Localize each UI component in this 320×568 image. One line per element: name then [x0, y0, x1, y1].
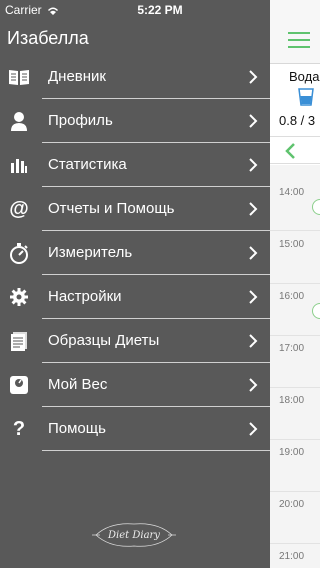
menu-list: Дневник Профиль Статистика @ Отчеты и По… [0, 55, 270, 451]
time-label: 16:00 [279, 291, 305, 302]
menu-item-diet-samples[interactable]: Образцы Диеты [0, 319, 270, 363]
menu-item-label: Настройки [48, 288, 122, 305]
menu-item-label: Помощь [48, 420, 106, 437]
water-amount: 0.8 / 3 [279, 113, 316, 128]
chevron-right-icon [246, 422, 260, 436]
logo: Diet Diary [108, 530, 160, 541]
stopwatch-icon [8, 242, 30, 264]
time-label: 18:00 [279, 395, 305, 406]
time-label: 14:00 [279, 187, 305, 198]
menu-item-meter[interactable]: Измеритель [0, 231, 270, 275]
hamburger-menu-icon[interactable] [288, 32, 310, 48]
gear-icon [8, 286, 30, 308]
chevron-right-icon [246, 202, 260, 216]
person-icon [8, 110, 30, 132]
time-label: 19:00 [279, 447, 305, 458]
water-label: Вода [289, 69, 320, 84]
entry-dot[interactable] [312, 303, 320, 319]
nav-header [270, 0, 320, 64]
side-menu: Изабелла Дневник Профиль Статистика @ От… [0, 0, 270, 568]
user-name[interactable]: Изабелла [7, 28, 89, 49]
water-glass-icon [298, 88, 314, 106]
time-label: 15:00 [279, 239, 305, 250]
timeline: 14:00 15:00 16:00 17:00 18:00 19:00 20:0… [270, 165, 320, 568]
menu-item-settings[interactable]: Настройки [0, 275, 270, 319]
time-label: 20:00 [279, 499, 305, 510]
chevron-right-icon [246, 114, 260, 128]
menu-item-label: Измеритель [48, 244, 133, 261]
menu-item-profile[interactable]: Профиль [0, 99, 270, 143]
menu-item-label: Дневник [48, 68, 106, 85]
chevron-left-icon[interactable] [284, 142, 296, 160]
water-tracker[interactable]: Вода 0.8 / 3 [270, 65, 320, 135]
chevron-right-icon [246, 70, 260, 84]
menu-item-label: Профиль [48, 112, 113, 129]
menu-item-label: Отчеты и Помощь [48, 200, 175, 217]
time-label: 21:00 [279, 551, 305, 562]
bar-chart-icon [8, 154, 30, 176]
chevron-right-icon [246, 334, 260, 348]
menu-item-statistics[interactable]: Статистика [0, 143, 270, 187]
menu-item-reports-help[interactable]: @ Отчеты и Помощь [0, 187, 270, 231]
question-icon: ? [12, 417, 26, 440]
menu-item-label: Образцы Диеты [48, 332, 160, 349]
menu-item-my-weight[interactable]: Мой Вес [0, 363, 270, 407]
menu-item-diary[interactable]: Дневник [0, 55, 270, 99]
divider [42, 450, 270, 451]
chevron-right-icon [246, 290, 260, 304]
document-icon [8, 330, 30, 352]
chevron-right-icon [246, 158, 260, 172]
main-content-peek[interactable]: Вода 0.8 / 3 14:00 15:00 16:00 17:00 18:… [270, 0, 320, 568]
menu-item-help[interactable]: ? Помощь [0, 407, 270, 451]
time-label: 17:00 [279, 343, 305, 354]
entry-dot[interactable] [312, 199, 320, 215]
chevron-right-icon [246, 246, 260, 260]
book-icon [8, 66, 30, 88]
menu-item-label: Статистика [48, 156, 127, 173]
menu-item-label: Мой Вес [48, 376, 108, 393]
chevron-right-icon [246, 378, 260, 392]
scale-icon [8, 374, 30, 396]
date-nav [270, 136, 320, 164]
at-sign-icon: @ [9, 197, 29, 220]
